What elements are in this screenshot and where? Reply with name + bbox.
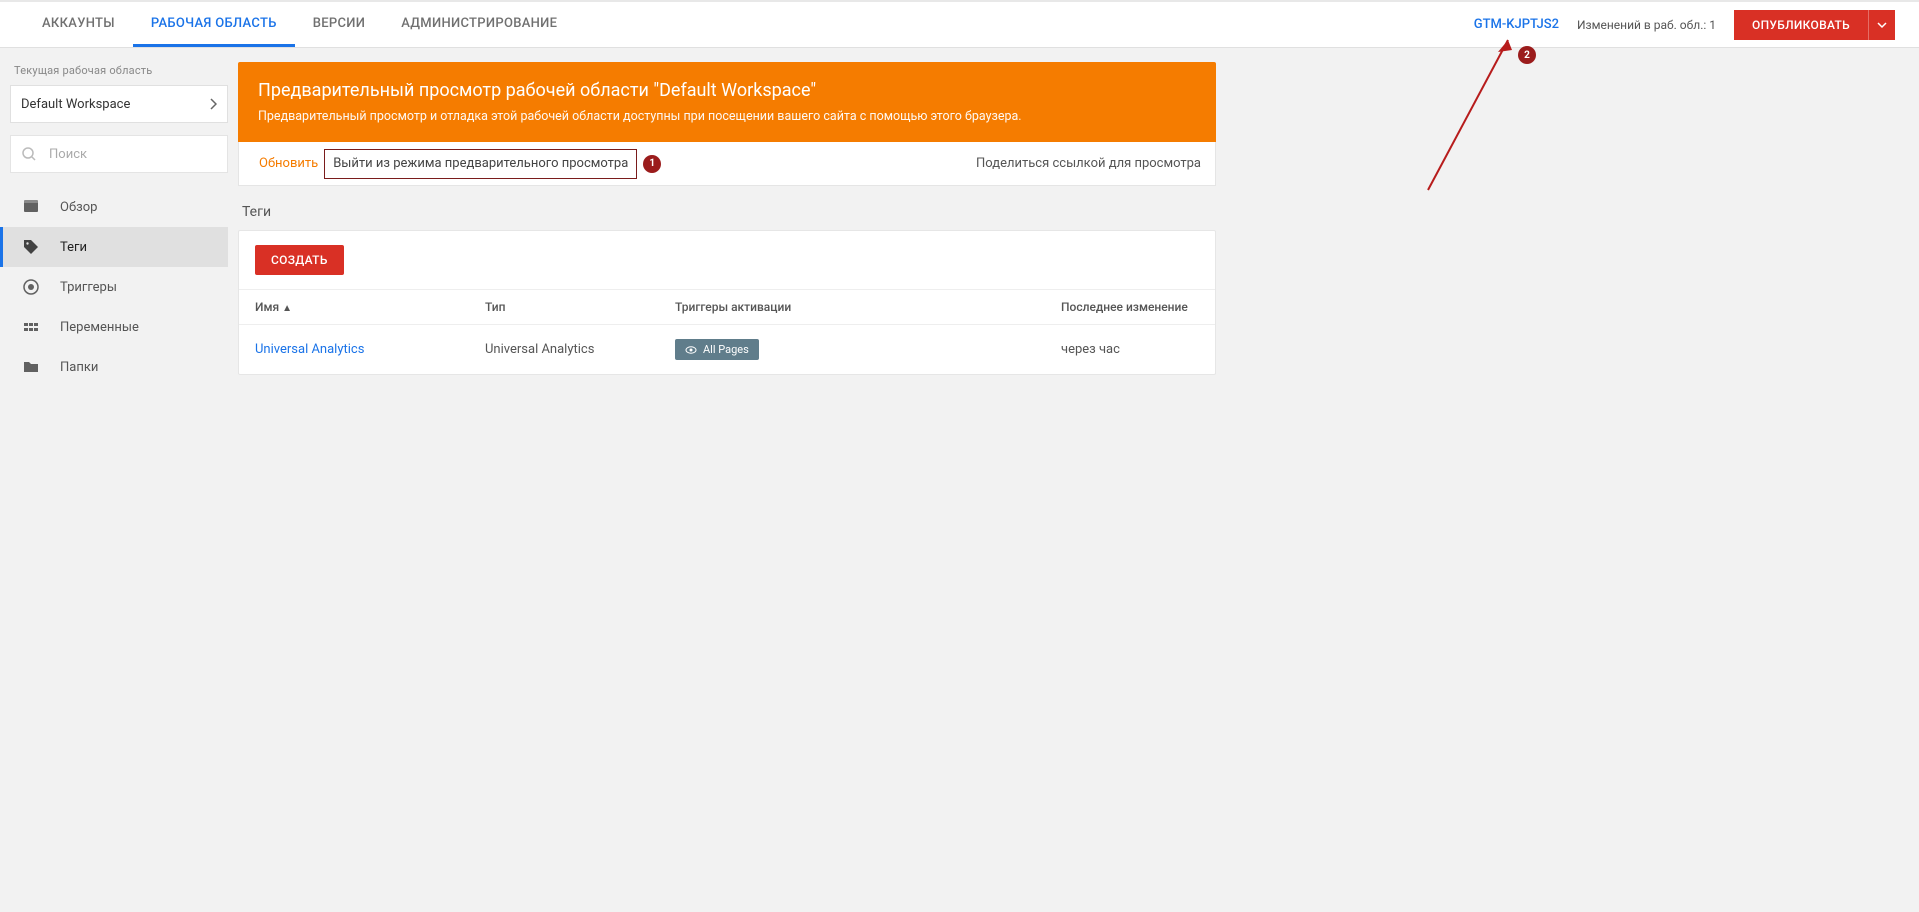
banner-title: Предварительный просмотр рабочей области…	[258, 80, 1196, 101]
card-header: СОЗДАТЬ	[239, 231, 1215, 289]
dashboard-icon	[22, 198, 40, 216]
publish-button-group: ОПУБЛИКОВАТЬ	[1734, 10, 1895, 40]
folder-icon	[22, 358, 40, 376]
workspace-selector[interactable]: Default Workspace	[10, 85, 228, 123]
col-type[interactable]: Тип	[469, 290, 659, 325]
col-modified[interactable]: Последнее изменение	[1045, 290, 1215, 325]
trigger-chip-label: All Pages	[703, 343, 749, 356]
callout-badge-1: 1	[643, 155, 661, 173]
trigger-chip[interactable]: All Pages	[675, 339, 759, 360]
bricks-icon	[22, 318, 40, 336]
sidebar-item-label: Триггеры	[60, 280, 117, 295]
sidebar-item-folders[interactable]: Папки	[10, 347, 228, 387]
sidebar-item-overview[interactable]: Обзор	[10, 187, 228, 227]
tag-icon	[22, 238, 40, 256]
sidebar-item-tags[interactable]: Теги	[0, 227, 228, 267]
side-nav: Обзор Теги Триггеры Переменные	[10, 187, 228, 387]
sidebar-item-label: Папки	[60, 360, 98, 375]
publish-dropdown-button[interactable]	[1868, 10, 1895, 40]
callout-badge-2: 2	[1518, 46, 1536, 64]
publish-button[interactable]: ОПУБЛИКОВАТЬ	[1734, 10, 1868, 40]
tab-versions[interactable]: ВЕРСИИ	[295, 2, 384, 47]
main-content: Предварительный просмотр рабочей области…	[238, 48, 1919, 912]
top-nav-tabs: АККАУНТЫ РАБОЧАЯ ОБЛАСТЬ ВЕРСИИ АДМИНИСТ…	[24, 2, 575, 47]
search-box[interactable]	[10, 135, 228, 173]
tags-card: СОЗДАТЬ Имя ▲ Тип Триггеры активации Пос…	[238, 230, 1216, 375]
sidebar-item-variables[interactable]: Переменные	[10, 307, 228, 347]
chevron-right-icon	[209, 98, 217, 110]
tab-admin[interactable]: АДМИНИСТРИРОВАНИЕ	[383, 2, 575, 47]
banner-subtitle: Предварительный просмотр и отладка этой …	[258, 109, 1196, 124]
search-icon	[21, 146, 37, 162]
exit-preview-link[interactable]: Выйти из режима предварительного просмот…	[324, 149, 637, 179]
annotation-arrow	[1408, 30, 1528, 210]
tags-table: Имя ▲ Тип Триггеры активации Последнее и…	[239, 289, 1215, 374]
chevron-down-icon	[1877, 20, 1887, 30]
workspace-changes-label: Изменений в раб. обл.: 1	[1577, 18, 1716, 32]
section-title: Теги	[242, 204, 1909, 220]
create-button[interactable]: СОЗДАТЬ	[255, 245, 344, 275]
sidebar: Текущая рабочая область Default Workspac…	[0, 48, 238, 912]
col-name[interactable]: Имя ▲	[239, 290, 469, 325]
top-nav: АККАУНТЫ РАБОЧАЯ ОБЛАСТЬ ВЕРСИИ АДМИНИСТ…	[0, 0, 1919, 48]
preview-banner: Предварительный просмотр рабочей области…	[238, 62, 1216, 142]
sort-asc-icon: ▲	[282, 303, 292, 314]
sidebar-item-label: Обзор	[60, 200, 97, 215]
tag-type-cell: Universal Analytics	[469, 325, 659, 375]
table-row[interactable]: Universal Analytics Universal Analytics …	[239, 325, 1215, 375]
modified-cell: через час	[1045, 325, 1215, 375]
target-icon	[22, 278, 40, 296]
top-nav-right: GTM-KJPTJS2 Изменений в раб. обл.: 1 ОПУ…	[1474, 10, 1895, 40]
workspace-name: Default Workspace	[21, 97, 130, 112]
sidebar-item-label: Теги	[60, 240, 87, 255]
col-triggers[interactable]: Триггеры активации	[659, 290, 1045, 325]
sidebar-item-triggers[interactable]: Триггеры	[10, 267, 228, 307]
col-name-label: Имя	[255, 300, 279, 314]
banner-actions: Обновить Выйти из режима предварительног…	[238, 142, 1216, 186]
tab-workspace[interactable]: РАБОЧАЯ ОБЛАСТЬ	[133, 2, 295, 47]
share-preview-link[interactable]: Поделиться ссылкой для просмотра	[976, 156, 1201, 171]
search-input[interactable]	[49, 147, 217, 162]
sidebar-item-label: Переменные	[60, 320, 139, 335]
tag-name-link[interactable]: Universal Analytics	[255, 342, 364, 357]
workspace-heading: Текущая рабочая область	[10, 64, 228, 85]
eye-icon	[685, 344, 697, 356]
tab-accounts[interactable]: АККАУНТЫ	[24, 2, 133, 47]
refresh-link[interactable]: Обновить	[253, 156, 324, 171]
